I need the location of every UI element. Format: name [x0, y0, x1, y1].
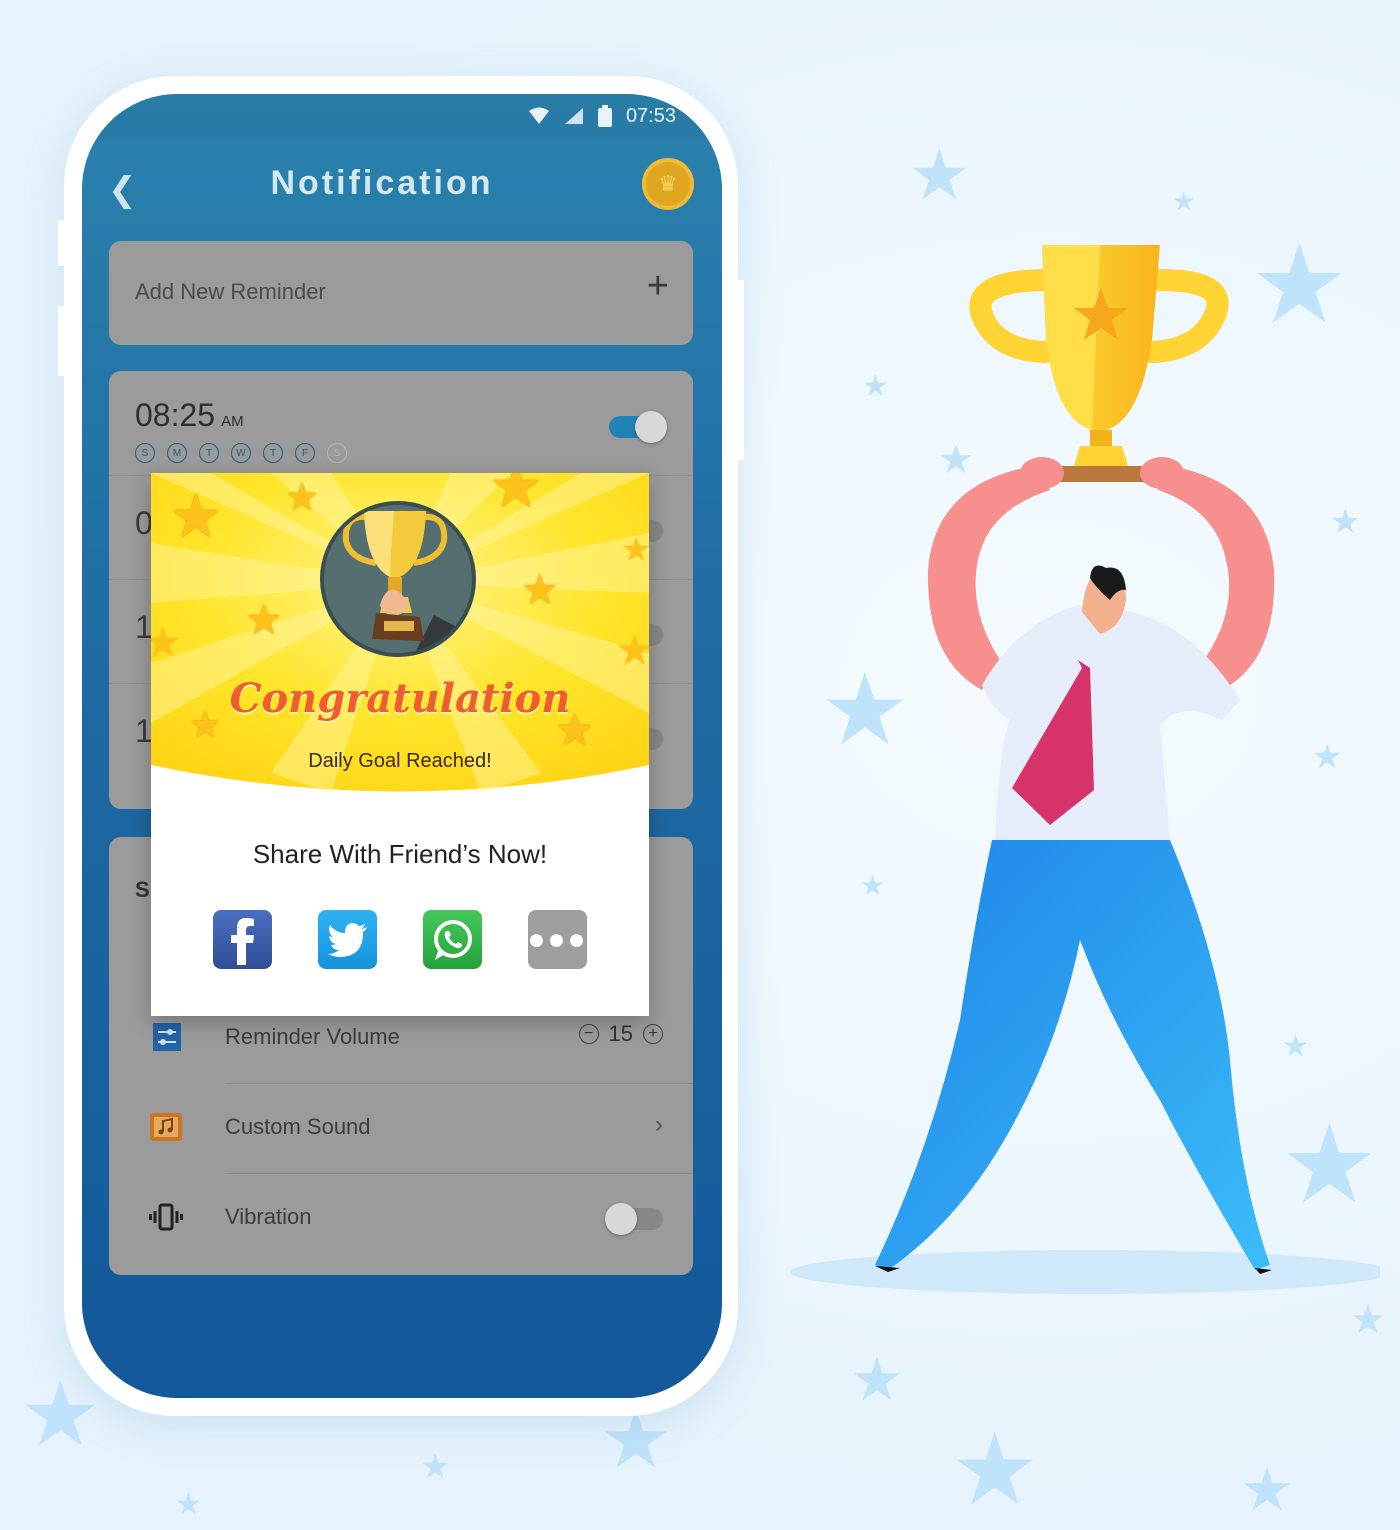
share-title: Share With Friend’s Now! — [252, 839, 548, 869]
music-note-icon — [150, 1113, 182, 1141]
vibration-icon — [149, 1203, 183, 1231]
wifi-icon — [528, 107, 549, 124]
reminder-item[interactable]: 08:25 AM S M T W T F S — [109, 371, 693, 476]
add-reminder-label: Add New Reminder — [135, 279, 326, 304]
reminder-time: 08:25 AM — [135, 397, 244, 433]
day-chip[interactable]: T — [263, 443, 283, 463]
star-icon: ★ — [20, 1365, 101, 1465]
congratulation-title: Congratulation — [229, 675, 571, 722]
star-icon: ★ — [850, 1346, 904, 1413]
volume-increase-button[interactable]: + — [643, 1024, 663, 1044]
reminder-toggle[interactable] — [609, 411, 667, 443]
day-chip[interactable]: S — [135, 443, 155, 463]
twitter-icon — [327, 922, 367, 957]
day-chip[interactable]: S — [327, 443, 347, 463]
star-icon: ★ — [151, 618, 183, 667]
star-icon: ★ — [420, 1448, 451, 1486]
day-chip[interactable]: F — [295, 443, 315, 463]
vibration-toggle[interactable] — [605, 1203, 663, 1235]
day-chip[interactable]: W — [231, 443, 251, 463]
more-icon: ●●● — [527, 922, 588, 956]
reminder-days: S M T W T F S — [135, 443, 347, 463]
volume-decrease-button[interactable]: − — [578, 1024, 599, 1044]
phone-side-button — [736, 280, 744, 460]
trophy-in-hand-icon — [342, 511, 472, 653]
premium-crown-icon[interactable]: ♛ — [642, 158, 694, 210]
day-chip[interactable]: T — [199, 443, 219, 463]
star-icon: ★ — [169, 483, 223, 550]
vibration-row: Vibration — [109, 1173, 693, 1263]
phone-side-button — [58, 306, 66, 376]
star-icon: ★ — [175, 1488, 202, 1521]
share-options: ●●● — [213, 910, 587, 969]
more-share-button[interactable]: ●●● — [527, 910, 588, 969]
trophy-man-illustration — [790, 245, 1380, 1294]
settings-section-title: S — [135, 877, 150, 902]
star-icon: ★ — [1240, 1456, 1294, 1523]
whatsapp-share-button[interactable] — [423, 910, 482, 969]
chevron-right-icon: › — [655, 1111, 663, 1138]
vibration-label: Vibration — [225, 1204, 312, 1229]
whatsapp-icon — [433, 919, 472, 960]
trophy-avatar — [320, 501, 476, 657]
equalizer-icon — [153, 1023, 181, 1051]
plus-icon: + — [646, 265, 669, 307]
star-icon: ★ — [621, 531, 649, 569]
star-icon: ★ — [285, 477, 320, 519]
battery-icon — [597, 105, 612, 127]
facebook-share-button[interactable] — [213, 910, 272, 969]
facebook-icon — [230, 917, 254, 965]
add-reminder-button[interactable]: Add New Reminder + — [109, 241, 693, 345]
star-icon: ★ — [245, 596, 283, 643]
custom-sound-label: Custom Sound — [225, 1114, 371, 1139]
congratulation-dialog: ★ ★ ★ ★ ★ ★ ★ ★ ★ ★ Congratulation Daily… — [151, 473, 649, 1016]
volume-value: 15 — [608, 1021, 633, 1046]
goal-reached-text: Daily Goal Reached! — [308, 750, 492, 772]
volume-stepper: − 15 + — [578, 1021, 663, 1047]
custom-sound-row[interactable]: Custom Sound › — [109, 1083, 693, 1173]
status-bar: 07:53 — [82, 94, 722, 138]
reminder-volume-label: Reminder Volume — [225, 1024, 400, 1049]
star-icon: ★ — [521, 566, 559, 613]
phone-side-button — [58, 220, 66, 266]
page-title: Notification — [270, 164, 494, 202]
star-icon: ★ — [615, 626, 649, 675]
signal-icon — [564, 108, 583, 124]
status-time: 07:53 — [625, 104, 676, 127]
star-icon: ★ — [489, 473, 543, 520]
twitter-share-button[interactable] — [318, 910, 377, 969]
app-bar: ❮ Notification ♛ — [82, 146, 722, 226]
star-icon: ★ — [1350, 1298, 1386, 1342]
star-icon: ★ — [950, 1414, 1040, 1526]
day-chip[interactable]: M — [167, 443, 187, 463]
